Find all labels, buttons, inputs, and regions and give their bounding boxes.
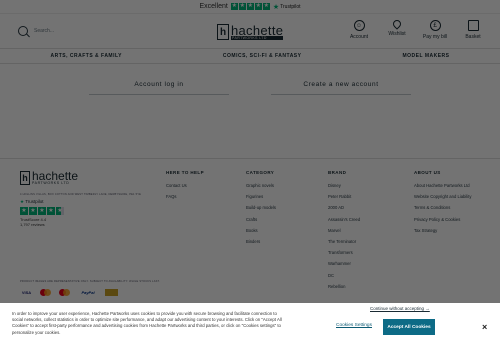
logo-subtitle: PARTWORKS LTD [231,35,284,40]
basket-button[interactable]: Basket [460,20,486,40]
amex-icon [105,289,118,296]
cookie-text: In order to improve your user experience… [12,311,282,335]
basket-icon [467,20,479,31]
star-icon: ★ [20,207,28,215]
footer-link[interactable]: About Hachette Partworks Ltd [414,183,471,194]
star-icon: ★ [230,3,238,10]
nav-item-model-makers[interactable]: MODEL MAKERS [402,53,449,59]
footer-link[interactable]: Figurines [246,194,276,205]
search-bar[interactable]: Search... [18,26,178,36]
trustpilot-stars: ★ ★ ★ ★ ★ [230,3,270,10]
account-login-tab[interactable]: Account log in [89,81,229,95]
trustpilot-footer-stars: ★ ★ ★ ★ ★ [20,207,64,215]
company-address: 4 HOLLINS VILLAS, BOX COTTON AND WEST TI… [20,193,142,196]
nav-item-arts[interactable]: ARTS, CRAFTS & FAMILY [50,53,121,59]
footer-link[interactable]: The Terminator [328,239,360,250]
trustpilot-logo: ★ Trustpilot [272,3,301,11]
footer-column-help: HERE TO HELP Contact Us FAQs [166,170,204,205]
star-icon: ★ [38,207,46,215]
legal-notice: PRODUCT IMAGES ARE REPRESENTATIVE ONLY. … [20,280,160,283]
trustpilot-banner[interactable]: Excellent ★ ★ ★ ★ ★ ★ Trustpilot [0,0,500,14]
mastercard-icon [39,289,52,296]
account-panel: Account log in Create a new account [68,74,432,102]
header-actions: ☺ Account Wishlist £ Pay my bill Basket [346,18,486,40]
footer-column-about: ABOUT US About Hachette Partworks Ltd We… [414,170,471,239]
pay-my-bill-button[interactable]: £ Pay my bill [422,20,448,40]
footer-link[interactable]: Tax Strategy [414,228,471,239]
footer-link[interactable]: Disney [328,183,360,194]
site-footer: h hachette PARTWORKS LTD 4 HOLLINS VILLA… [0,158,500,306]
star-icon: ★ [47,207,55,215]
visa-icon: VISA [21,290,32,295]
star-icon: ★ [262,3,270,10]
footer-link[interactable]: DC [328,273,360,284]
close-icon[interactable]: × [482,322,487,332]
footer-link[interactable]: FAQs [166,194,204,205]
footer-link[interactable]: Contact Us [166,183,204,194]
footer-link[interactable]: Books [246,228,276,239]
heart-icon [391,18,403,30]
search-input[interactable]: Search... [34,28,54,34]
star-icon: ★ [254,3,262,10]
search-icon[interactable] [18,26,28,36]
footer-link[interactable]: Terms & Conditions [414,205,471,216]
footer-link[interactable]: Binders [246,239,276,250]
logo-mark-icon: h [20,171,30,185]
footer-link[interactable]: 2000 AD [328,205,360,216]
footer-link[interactable]: Graphic novels [246,183,276,194]
account-button[interactable]: ☺ Account [346,20,372,40]
cookie-settings-button[interactable]: Cookies Settings [336,323,372,328]
site-header: Search... h hachette PARTWORKS LTD ☺ Acc… [0,14,500,48]
half-star-icon: ★ [56,207,64,215]
footer-link[interactable]: Transformers [328,250,360,261]
review-count: 1,797 reviews [20,222,45,227]
footer-link[interactable]: Build-up models [246,205,276,216]
footer-link[interactable]: Rebellion [328,284,360,295]
nav-item-comics[interactable]: COMICS, SCI-FI & FANTASY [223,53,302,59]
footer-link[interactable]: Privacy Policy & Cookies [414,217,471,228]
star-icon: ★ [238,3,246,10]
paypal-icon: PayPal [81,290,95,295]
trustpilot-rating-text: Excellent [199,3,228,10]
cookie-banner: In order to improve your user experience… [0,303,500,348]
pound-icon: £ [429,20,441,31]
site-logo[interactable]: h hachette PARTWORKS LTD [217,22,284,40]
trustpilot-star-icon: ★ [20,199,25,204]
main-nav: ARTS, CRAFTS & FAMILY COMICS, SCI-FI & F… [0,48,500,64]
payment-methods: VISA PayPal [20,289,118,296]
footer-logo[interactable]: h hachette PARTWORKS LTD [20,170,78,185]
trustpilot-label: ★ Trustpilot [20,199,44,204]
trustpilot-star-icon: ★ [272,3,280,11]
footer-link[interactable]: Crafts [246,217,276,228]
footer-link[interactable]: Peter Rabbit [328,194,360,205]
footer-link[interactable]: Warhammer [328,261,360,272]
user-icon: ☺ [353,20,365,31]
footer-column-brand: BRAND Disney Peter Rabbit 2000 AD Assass… [328,170,360,295]
footer-link[interactable]: Website Copyright and Liability [414,194,471,205]
footer-column-category: CATEGORY Graphic novels Figurines Build-… [246,170,276,250]
create-account-tab[interactable]: Create a new account [271,81,411,95]
star-icon: ★ [246,3,254,10]
accept-all-cookies-button[interactable]: Accept All Cookies [383,319,435,335]
star-icon: ★ [29,207,37,215]
footer-link[interactable]: Assassin's Creed [328,217,360,228]
logo-mark-icon: h [217,24,229,40]
maestro-icon [58,289,71,296]
footer-link[interactable]: Marvel [328,228,360,239]
logo-wordmark: hachette [231,22,284,38]
continue-without-accepting-link[interactable]: Continue without accepting → [370,306,430,311]
wishlist-button[interactable]: Wishlist [384,18,410,40]
footer-trustpilot[interactable]: ★ Trustpilot ★ ★ ★ ★ ★ TrustScore 4.4 1,7… [20,199,64,227]
